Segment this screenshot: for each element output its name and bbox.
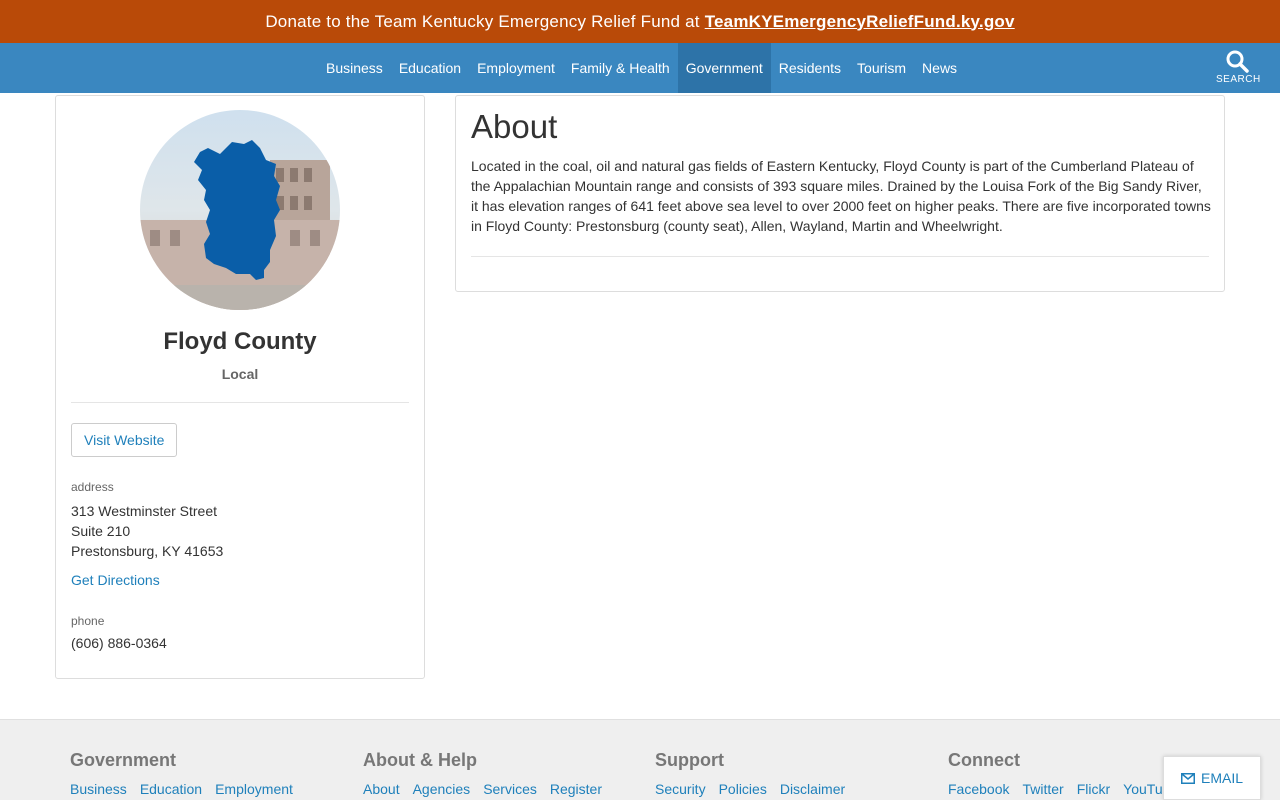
nav-item-family-health[interactable]: Family & Health bbox=[563, 43, 678, 93]
nav-item-tourism[interactable]: Tourism bbox=[849, 43, 914, 93]
footer-link-about[interactable]: About bbox=[363, 781, 400, 797]
profile-card: Floyd County Local Visit Website address… bbox=[55, 95, 425, 679]
county-avatar bbox=[140, 110, 340, 310]
search-label: SEARCH bbox=[1216, 74, 1261, 85]
nav-item-news[interactable]: News bbox=[914, 43, 965, 93]
address-line-2: Suite 210 bbox=[71, 523, 131, 539]
email-button[interactable]: EMAIL bbox=[1163, 756, 1261, 800]
county-map-icon bbox=[140, 110, 340, 310]
footer-col-title: Government bbox=[70, 750, 177, 770]
nav-item-employment[interactable]: Employment bbox=[469, 43, 563, 93]
county-name: Floyd County bbox=[163, 328, 317, 355]
footer-col-title: Connect bbox=[948, 750, 1020, 770]
phone-number: (606) 886-0364 bbox=[71, 635, 167, 651]
address-line-3: Prestonsburg, KY 41653 bbox=[71, 543, 224, 559]
footer-link-register[interactable]: Register bbox=[550, 781, 602, 797]
profile-divider bbox=[71, 402, 409, 403]
banner-link[interactable]: TeamKYEmergencyReliefFund.ky.gov bbox=[705, 12, 1015, 32]
footer-col-title: Support bbox=[655, 750, 724, 770]
footer-link-flickr[interactable]: Flickr bbox=[1077, 781, 1110, 797]
get-directions-link[interactable]: Get Directions bbox=[71, 572, 160, 588]
nav-item-education[interactable]: Education bbox=[391, 43, 469, 93]
visit-website-button[interactable]: Visit Website bbox=[71, 423, 178, 457]
envelope-icon bbox=[1180, 772, 1195, 784]
phone-label: phone bbox=[71, 614, 105, 628]
about-text: Located in the coal, oil and natural gas… bbox=[471, 158, 1211, 234]
donate-banner: Donate to the Team Kentucky Emergency Re… bbox=[0, 0, 1280, 43]
county-type: Local bbox=[221, 366, 259, 382]
footer-col-government: Government Business Education Employment bbox=[70, 750, 293, 797]
email-label: EMAIL bbox=[1200, 770, 1243, 786]
search-icon bbox=[1226, 50, 1249, 73]
footer-link-policies[interactable]: Policies bbox=[719, 781, 767, 797]
footer-link-services[interactable]: Services bbox=[483, 781, 537, 797]
footer: Government Business Education Employment… bbox=[0, 719, 1280, 800]
nav-links: Business Education Employment Family & H… bbox=[318, 43, 965, 93]
nav-item-residents[interactable]: Residents bbox=[771, 43, 849, 93]
footer-link-business[interactable]: Business bbox=[70, 781, 127, 797]
about-card: About Located in the coal, oil and natur… bbox=[455, 95, 1225, 292]
about-divider bbox=[471, 256, 1209, 257]
footer-link-twitter[interactable]: Twitter bbox=[1022, 781, 1063, 797]
nav-item-business[interactable]: Business bbox=[318, 43, 391, 93]
about-title: About bbox=[471, 108, 558, 145]
footer-link-disclaimer[interactable]: Disclaimer bbox=[780, 781, 845, 797]
main-navbar: Business Education Employment Family & H… bbox=[0, 43, 1280, 93]
banner-text: Donate to the Team Kentucky Emergency Re… bbox=[265, 11, 700, 31]
footer-link-agencies[interactable]: Agencies bbox=[413, 781, 471, 797]
nav-item-government[interactable]: Government bbox=[677, 43, 771, 93]
footer-link-education[interactable]: Education bbox=[140, 781, 202, 797]
footer-link-facebook[interactable]: Facebook bbox=[948, 781, 1009, 797]
address-line-1: 313 Westminster Street bbox=[71, 503, 218, 519]
address-label: address bbox=[71, 480, 114, 494]
footer-col-support: Support Security Policies Disclaimer bbox=[655, 750, 845, 797]
footer-col-title: About & Help bbox=[363, 750, 477, 770]
footer-link-employment[interactable]: Employment bbox=[215, 781, 293, 797]
footer-link-security[interactable]: Security bbox=[655, 781, 706, 797]
footer-col-connect: Connect Facebook Twitter Flickr YouTube bbox=[948, 750, 1178, 797]
footer-col-about-help: About & Help About Agencies Services Reg… bbox=[363, 750, 602, 797]
search-button[interactable]: SEARCH bbox=[1216, 49, 1261, 89]
address-block: 313 Westminster Street Suite 210 Preston… bbox=[71, 501, 223, 561]
